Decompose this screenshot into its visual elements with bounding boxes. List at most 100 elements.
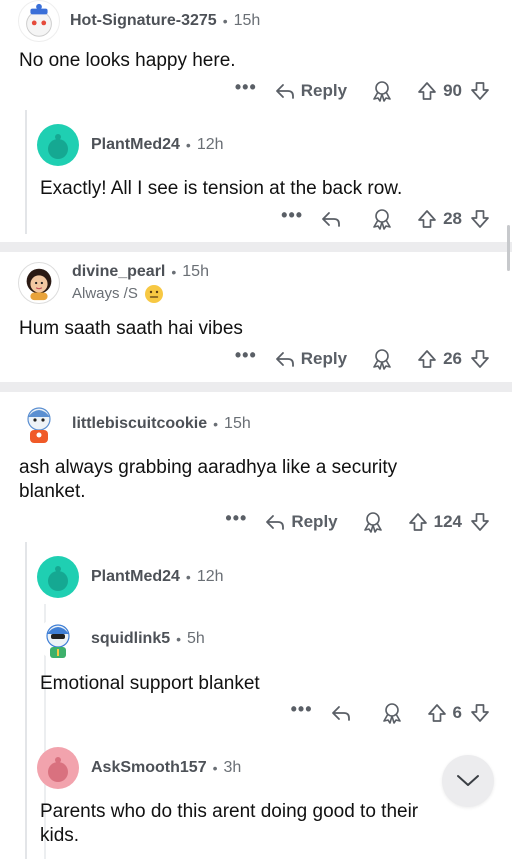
vote-count: 90 xyxy=(443,81,462,100)
upvote-icon[interactable] xyxy=(408,512,428,532)
avatar[interactable] xyxy=(37,618,79,660)
award-button[interactable] xyxy=(371,80,393,102)
reply-arrow-icon xyxy=(266,515,285,530)
comment-body: Hum saath saath hai vibes xyxy=(19,318,243,339)
award-icon xyxy=(373,209,391,230)
upvote-icon[interactable] xyxy=(417,349,437,369)
comment-header: divine_pearl • 15h Always /S xyxy=(18,262,209,304)
award-button[interactable] xyxy=(371,348,393,370)
comment-body: ash always grabbing aaradhya like a secu… xyxy=(19,457,398,502)
award-button[interactable] xyxy=(362,511,384,533)
separator-dot: • xyxy=(213,416,219,432)
separator-dot: • xyxy=(176,631,182,647)
award-button[interactable] xyxy=(381,702,403,724)
award-button[interactable] xyxy=(371,208,393,230)
timestamp: 15h xyxy=(182,262,209,280)
reply-arrow-icon xyxy=(275,84,294,99)
separator-dot: • xyxy=(222,13,228,29)
reply-button[interactable]: Reply xyxy=(275,81,347,101)
more-options-button[interactable]: ••• xyxy=(281,206,303,224)
more-options-button[interactable]: ••• xyxy=(235,78,257,96)
user-flair: Always /S xyxy=(72,285,138,302)
vote-count: 26 xyxy=(443,349,462,368)
avatar[interactable] xyxy=(37,556,79,598)
comment-header: AskSmooth157 • 3h xyxy=(37,747,241,789)
avatar[interactable] xyxy=(37,124,79,166)
upvote-icon[interactable] xyxy=(417,81,437,101)
award-icon xyxy=(363,512,382,533)
snoo-avatar-icon xyxy=(26,3,52,37)
avatar[interactable] xyxy=(18,403,60,445)
vote-count: 6 xyxy=(452,703,462,722)
timestamp: 3h xyxy=(223,759,242,776)
reply-label: Reply xyxy=(300,81,348,100)
downvote-icon[interactable] xyxy=(470,349,490,369)
timestamp: 15h xyxy=(233,12,261,29)
comment-body: No one looks happy here. xyxy=(19,50,236,71)
reply-label: Reply xyxy=(300,349,348,368)
vote-count: 124 xyxy=(433,512,462,531)
vote-count: 28 xyxy=(443,209,462,228)
reply-button[interactable]: Reply xyxy=(265,512,338,532)
reply-button[interactable]: Reply xyxy=(275,349,347,369)
username[interactable]: PlantMed24 xyxy=(91,568,180,586)
reply-arrow-icon xyxy=(322,212,340,227)
comment-separator xyxy=(0,242,512,252)
more-options-button[interactable]: ••• xyxy=(291,700,313,718)
comment-actions: ••• 6 xyxy=(291,700,490,724)
timestamp: 12h xyxy=(196,568,224,585)
timestamp: 12h xyxy=(196,136,224,153)
comment-header: littlebiscuitcookie • 15h xyxy=(18,403,251,445)
username[interactable]: divine_pearl xyxy=(72,263,165,281)
snoo-icon xyxy=(48,566,68,591)
thread-line[interactable] xyxy=(25,542,27,859)
user-avatar-icon xyxy=(26,268,52,301)
scrollbar[interactable] xyxy=(507,225,510,271)
comment-body: Exactly! All I see is tension at the bac… xyxy=(40,178,403,199)
thread-line[interactable] xyxy=(25,110,27,234)
timestamp: 5h xyxy=(187,630,205,647)
comment-actions: ••• Reply 124 xyxy=(225,509,490,533)
separator-dot: • xyxy=(185,569,191,585)
comment-header: PlantMed24 • 12h xyxy=(37,556,224,598)
chevron-down-icon xyxy=(457,775,479,786)
comment-actions: ••• Reply 26 xyxy=(235,346,490,370)
more-options-button[interactable]: ••• xyxy=(225,509,247,527)
username[interactable]: PlantMed24 xyxy=(91,136,180,154)
avatar[interactable] xyxy=(18,262,60,304)
username[interactable]: Hot-Signature-3275 xyxy=(70,12,217,30)
comment-actions: ••• 28 xyxy=(281,206,490,230)
avatar[interactable] xyxy=(37,747,79,789)
snoo-icon xyxy=(48,757,68,782)
upvote-icon[interactable] xyxy=(427,703,447,723)
snoo-icon xyxy=(48,134,68,159)
reply-button[interactable] xyxy=(321,210,347,228)
scroll-down-button[interactable] xyxy=(442,755,494,807)
comment-actions: ••• Reply 90 xyxy=(235,78,490,102)
username[interactable]: squidlink5 xyxy=(91,630,170,648)
downvote-icon[interactable] xyxy=(470,512,490,532)
comment-header: PlantMed24 • 12h xyxy=(37,124,224,166)
downvote-icon[interactable] xyxy=(470,81,490,101)
avatar[interactable] xyxy=(18,0,60,42)
reply-arrow-icon xyxy=(331,706,350,721)
upvote-icon[interactable] xyxy=(417,209,437,229)
snoo-avatar-icon xyxy=(27,407,51,443)
reply-label: Reply xyxy=(291,512,338,531)
comment-header: squidlink5 • 5h xyxy=(37,618,205,660)
award-icon xyxy=(382,703,401,724)
timestamp: 15h xyxy=(224,415,251,432)
award-icon xyxy=(373,349,391,370)
reply-button[interactable] xyxy=(331,704,357,722)
separator-dot: • xyxy=(185,137,191,153)
username[interactable]: littlebiscuitcookie xyxy=(72,415,207,433)
comment-body: Parents who do this arent doing good to … xyxy=(40,801,419,846)
emoji-icon xyxy=(144,284,163,303)
username[interactable]: AskSmooth157 xyxy=(91,759,207,777)
comment-body: Emotional support blanket xyxy=(40,673,260,694)
snoo-avatar-icon xyxy=(46,624,70,658)
downvote-icon[interactable] xyxy=(470,703,490,723)
more-options-button[interactable]: ••• xyxy=(235,346,257,364)
reply-arrow-icon xyxy=(275,352,294,367)
downvote-icon[interactable] xyxy=(470,209,490,229)
